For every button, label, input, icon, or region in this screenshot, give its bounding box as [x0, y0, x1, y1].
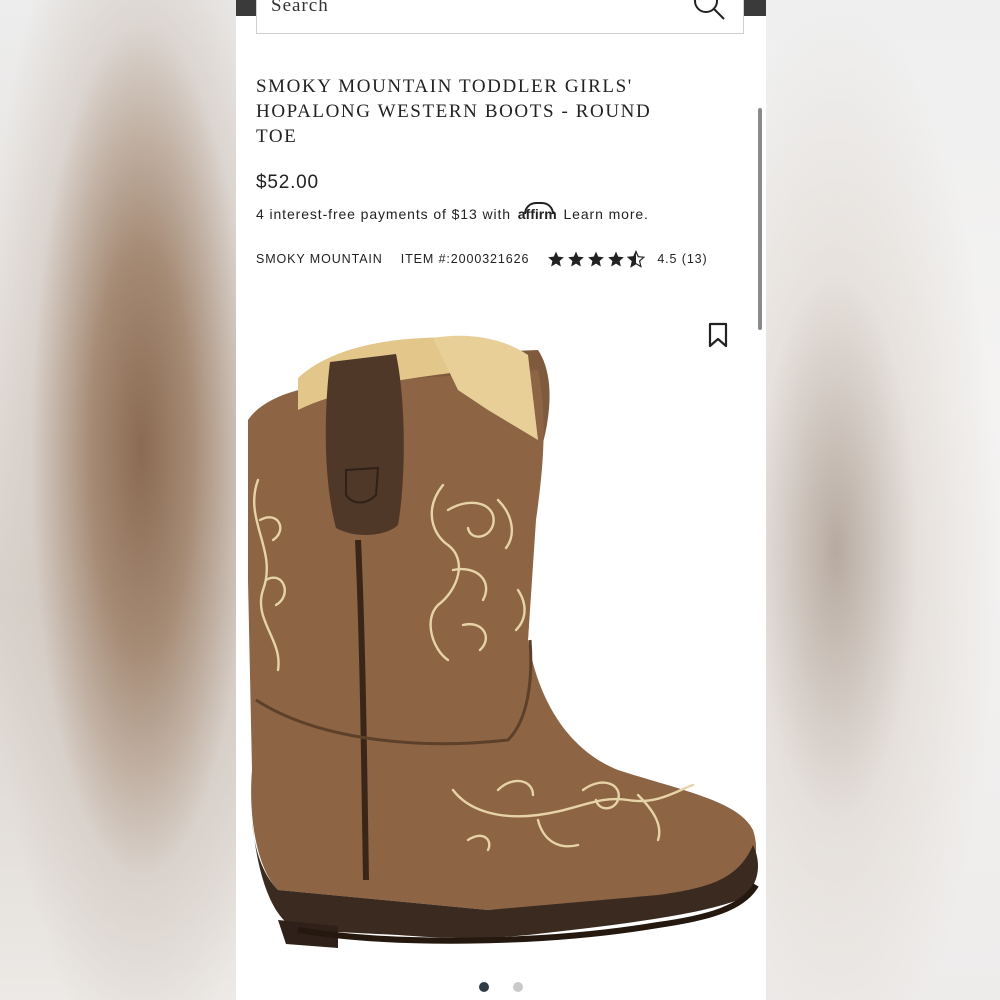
star-icon	[548, 251, 565, 267]
scrollbar[interactable]	[758, 108, 762, 330]
affirm-logo: affirm	[516, 202, 559, 222]
search-placeholder: Search	[271, 0, 329, 16]
carousel-dot-1[interactable]	[479, 982, 489, 992]
blurred-background-right	[766, 0, 1000, 1000]
rating-summary[interactable]: 4.5 (13)	[657, 252, 707, 266]
star-icon	[568, 251, 585, 267]
affirm-arc-icon	[523, 202, 554, 214]
rating-stars[interactable]	[547, 250, 647, 268]
carousel-dot-2[interactable]	[513, 982, 523, 992]
blurred-background-left	[0, 0, 236, 1000]
product-title: SMOKY MOUNTAIN TODDLER GIRLS' HOPALONG W…	[256, 76, 652, 147]
search-input[interactable]: Search	[256, 0, 744, 34]
product-meta: SMOKY MOUNTAIN ITEM #:2000321626 4.5 (13…	[256, 250, 708, 268]
phone-screen: Search SMOKY MOUNTAIN TODDLER GIRLS' HOP…	[236, 0, 766, 1000]
item-number: ITEM #:2000321626	[400, 252, 530, 266]
product-image-boot[interactable]	[238, 320, 766, 960]
star-half-icon	[627, 250, 646, 268]
financing-text: 4 interest-free payments of $13 with	[256, 206, 511, 222]
search-icon[interactable]	[691, 0, 727, 23]
learn-more-link[interactable]: Learn more.	[563, 206, 648, 222]
star-icon	[588, 251, 605, 267]
carousel-indicator	[236, 982, 766, 992]
star-icon	[608, 251, 625, 267]
product-price: $52.00	[256, 172, 319, 193]
financing-info: 4 interest-free payments of $13 with aff…	[256, 202, 649, 222]
brand-link[interactable]: SMOKY MOUNTAIN	[256, 252, 383, 266]
